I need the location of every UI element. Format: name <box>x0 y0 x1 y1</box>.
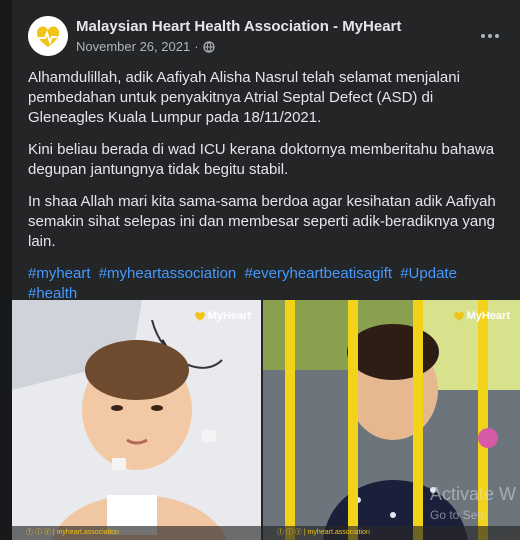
myheart-logo-icon <box>28 16 68 56</box>
page-avatar[interactable] <box>28 16 68 56</box>
baby-in-hospital-image <box>12 300 261 540</box>
watermark-logo: MyHeart <box>453 310 510 322</box>
activate-windows-subtext: Go to Setti <box>430 508 487 522</box>
meta-separator: · <box>194 39 199 54</box>
globe-icon <box>202 40 215 53</box>
post-paragraph: Kini beliau berada di wad ICU kerana dok… <box>28 141 495 178</box>
heart-logo-icon <box>194 311 205 321</box>
hashtag-link[interactable]: #everyheartbeatisagift <box>244 265 392 282</box>
watermark-logo: MyHeart <box>194 310 251 322</box>
hashtag-link[interactable]: #myheartassociation <box>99 265 237 282</box>
hashtag-link[interactable]: #myheart <box>28 265 91 282</box>
post-body: Alhamdulillah, adik Aafiyah Alisha Nasru… <box>28 68 498 316</box>
heart-logo-icon <box>453 311 464 321</box>
post-paragraph: In shaa Allah mari kita sama-sama berdoa… <box>28 193 496 250</box>
photo-footer-text: ⓕ ⓘ ⓨ | myheart.association <box>12 526 261 540</box>
more-options-button[interactable] <box>476 22 504 50</box>
post-header: Malaysian Heart Health Association - MyH… <box>12 14 520 58</box>
photo-footer-text: ⓕ ⓘ ⓨ | myheart.association <box>263 526 520 540</box>
hashtag-link[interactable]: #Update <box>400 265 457 282</box>
post-meta: November 26, 2021 · <box>76 39 215 54</box>
post-card: Malaysian Heart Health Association - MyH… <box>12 0 520 540</box>
post-date-link[interactable]: November 26, 2021 <box>76 39 190 54</box>
hashtag-list: #myheart #myheartassociation #everyheart… <box>28 264 498 304</box>
activate-windows-watermark: Activate W <box>430 484 517 504</box>
more-options-icon <box>481 34 485 38</box>
page-name-link[interactable]: Malaysian Heart Health Association - MyH… <box>76 18 401 35</box>
post-paragraph: Alhamdulillah, adik Aafiyah Alisha Nasru… <box>28 69 460 126</box>
photo-baby-hospital[interactable]: MyHeart ⓕ ⓘ ⓨ | myheart.association <box>12 300 261 540</box>
